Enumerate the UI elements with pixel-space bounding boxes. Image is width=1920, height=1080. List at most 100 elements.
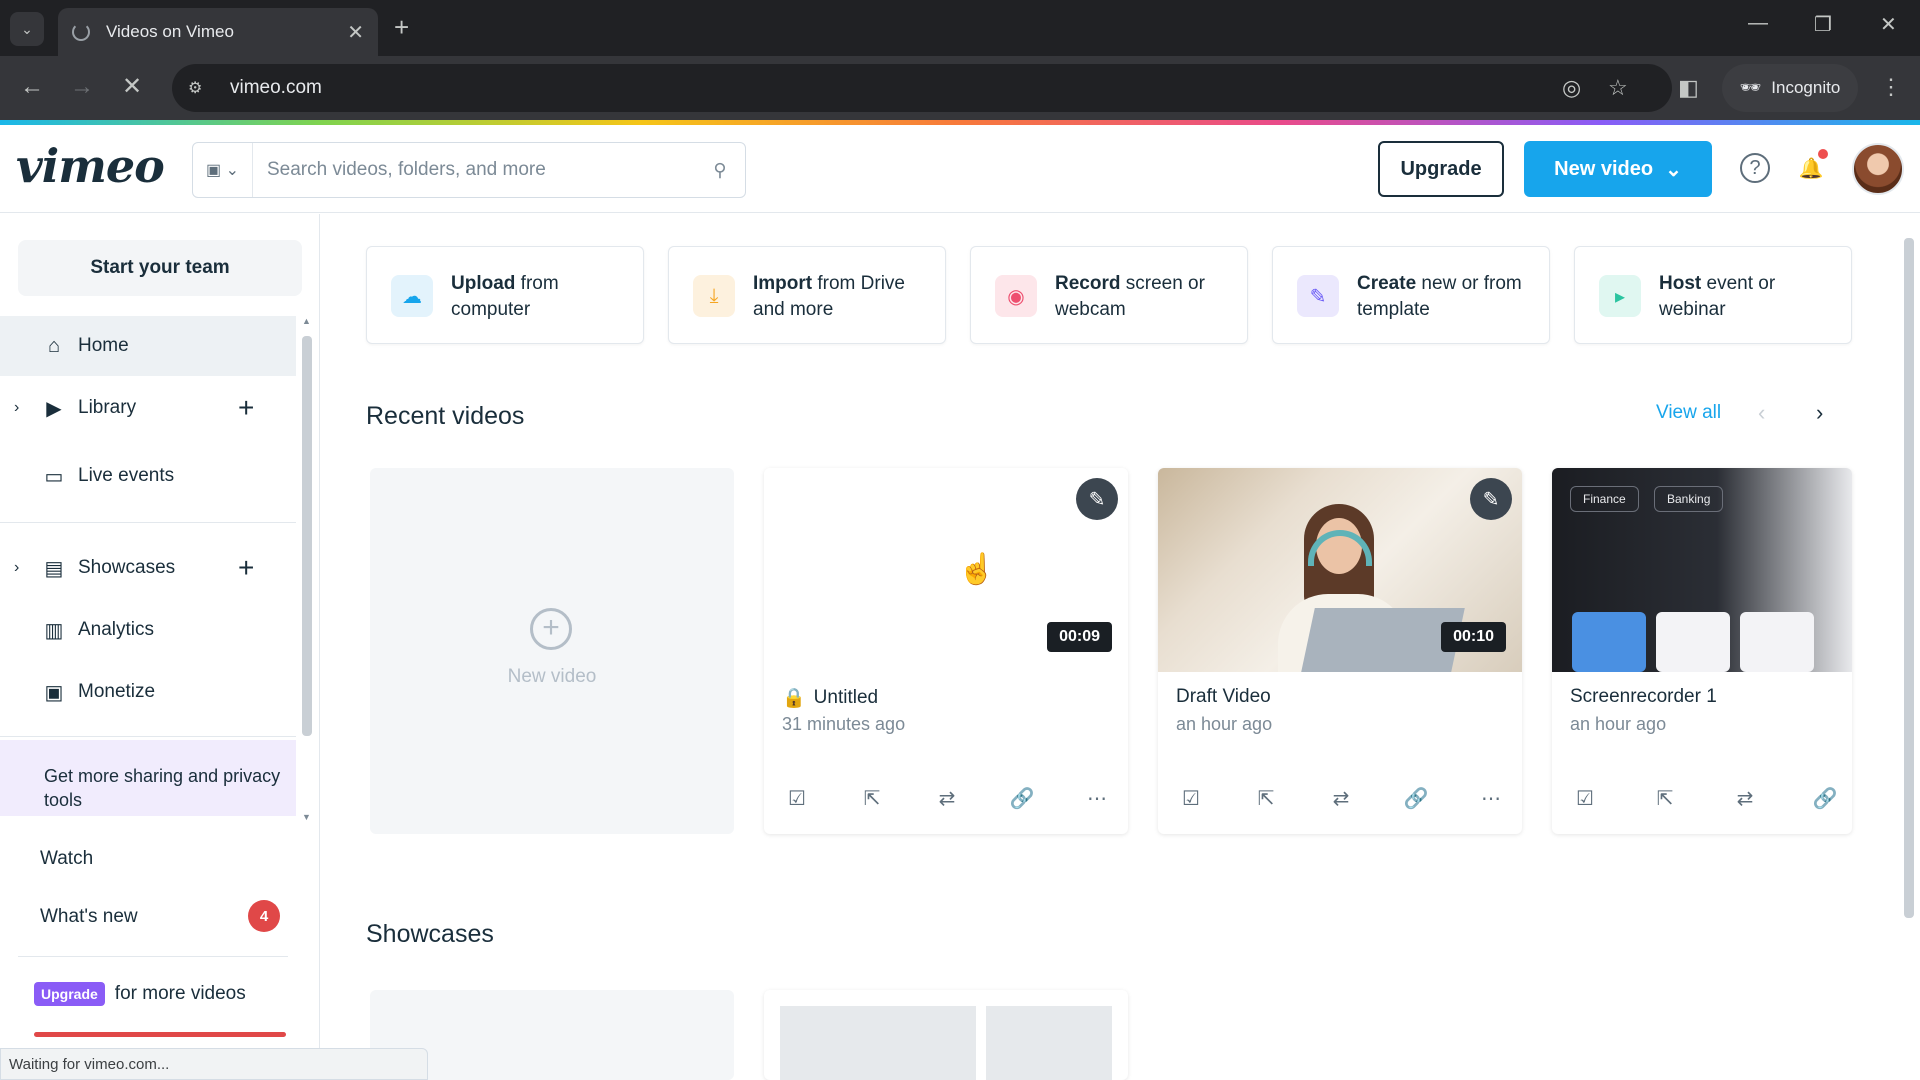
- browser-tab-bar: ⌄ Videos on Vimeo ✕ + — ❐ ✕: [0, 0, 1920, 56]
- create-icon: ✎: [1297, 275, 1339, 317]
- video-card[interactable]: ✎ 00:10 Draft Video an hour ago ☑ ⇱ ⇄ 🔗 …: [1158, 468, 1522, 834]
- eye-off-icon[interactable]: ◎: [1562, 76, 1581, 100]
- new-tab-plus-icon[interactable]: +: [394, 12, 409, 42]
- incognito-indicator[interactable]: 🕶 Incognito: [1722, 64, 1858, 112]
- more-options-icon[interactable]: ⋯: [1476, 786, 1506, 814]
- sidebar-item-live-events[interactable]: ▭ Live events: [0, 446, 296, 506]
- search-icon[interactable]: ⚲: [695, 160, 745, 181]
- main-scrollbar[interactable]: [1898, 214, 1920, 1080]
- search-input[interactable]: [253, 159, 695, 181]
- notification-bell-icon[interactable]: 🔔: [1796, 149, 1828, 183]
- thumbnail-chip: Banking: [1654, 486, 1724, 512]
- browser-tab[interactable]: Videos on Vimeo ✕: [58, 8, 378, 56]
- video-actions: ☑ ⇱ ⇄ 🔗 ⋯: [1176, 786, 1506, 814]
- transfer-icon[interactable]: ⇄: [932, 786, 962, 814]
- main-scroll-thumb[interactable]: [1904, 238, 1914, 918]
- more-options-icon[interactable]: ⋯: [1082, 786, 1112, 814]
- avatar[interactable]: [1852, 143, 1904, 195]
- address-bar[interactable]: ⚙ vimeo.com: [172, 64, 1672, 112]
- back-arrow-icon[interactable]: ←: [20, 72, 44, 102]
- search-filter-dropdown[interactable]: ▣ ⌄: [193, 143, 253, 197]
- review-icon[interactable]: ☑: [1176, 786, 1206, 814]
- sidebar-item-analytics[interactable]: ▥ Analytics: [0, 600, 296, 660]
- create-action-card[interactable]: ✎ Create new or from template: [1272, 246, 1550, 344]
- video-thumbnail[interactable]: ✎ 00:10: [1158, 468, 1522, 672]
- link-icon[interactable]: 🔗: [1007, 786, 1037, 814]
- scroll-up-icon[interactable]: ▲: [302, 316, 311, 326]
- sidebar-scroll-thumb[interactable]: [302, 336, 312, 736]
- share-icon[interactable]: ⇱: [857, 786, 887, 814]
- new-video-label: New video: [1554, 157, 1654, 180]
- browser-toolbar: ← → ✕ ⚙ vimeo.com ◎ ☆ ◧ 🕶 Incognito ⋮: [0, 56, 1920, 120]
- whats-new-link[interactable]: What's new: [40, 906, 138, 928]
- share-icon[interactable]: ⇱: [1251, 786, 1281, 814]
- upgrade-pill[interactable]: Upgrade: [34, 982, 105, 1006]
- new-video-card-label: New video: [507, 666, 597, 687]
- share-icon[interactable]: ⇱: [1650, 786, 1680, 814]
- new-video-button[interactable]: New video ⌄: [1524, 141, 1712, 197]
- app-header: vimeo ▣ ⌄ ⚲ Upgrade New video ⌄ ? 🔔: [0, 125, 1920, 213]
- sidebar-item-showcases[interactable]: › ▤ Showcases +: [0, 538, 296, 598]
- link-icon[interactable]: 🔗: [1401, 786, 1431, 814]
- add-library-icon[interactable]: +: [238, 392, 254, 424]
- new-video-card[interactable]: + New video: [370, 468, 734, 834]
- upload-action-card[interactable]: ☁ Upload from computer: [366, 246, 644, 344]
- review-icon[interactable]: ☑: [782, 786, 812, 814]
- video-title[interactable]: Draft Video: [1176, 686, 1271, 708]
- showcases-title: Showcases: [366, 920, 494, 948]
- forward-arrow-icon[interactable]: →: [70, 72, 94, 102]
- edit-icon[interactable]: ✎: [1076, 478, 1118, 520]
- video-thumbnail[interactable]: Finance Banking: [1552, 468, 1852, 672]
- prev-page-icon[interactable]: ‹: [1758, 400, 1765, 426]
- chevron-right-icon[interactable]: ›: [14, 559, 19, 577]
- site-settings-icon[interactable]: ⚙: [188, 78, 216, 98]
- notification-dot: [1818, 149, 1828, 159]
- close-window-icon[interactable]: ✕: [1880, 12, 1897, 37]
- stop-loading-icon[interactable]: ✕: [122, 72, 142, 102]
- start-team-button[interactable]: Start your team: [18, 240, 302, 296]
- add-showcase-icon[interactable]: +: [238, 552, 254, 584]
- next-page-icon[interactable]: ›: [1816, 400, 1823, 426]
- sidebar-item-library[interactable]: › ▶ Library +: [0, 378, 296, 438]
- video-card[interactable]: Finance Banking Screenrecorder 1 an hour…: [1552, 468, 1852, 834]
- side-panel-icon[interactable]: ◧: [1678, 76, 1699, 100]
- help-icon[interactable]: ?: [1740, 153, 1770, 183]
- scroll-down-icon[interactable]: ▼: [302, 812, 311, 822]
- video-thumbnail[interactable]: ✎ 00:09: [764, 468, 1128, 672]
- record-action-card[interactable]: ◉ Record screen or webcam: [970, 246, 1248, 344]
- incognito-label: Incognito: [1771, 78, 1841, 97]
- upgrade-button[interactable]: Upgrade: [1378, 141, 1504, 197]
- watch-link[interactable]: Watch: [40, 848, 93, 870]
- edit-icon[interactable]: ✎: [1470, 478, 1512, 520]
- review-icon[interactable]: ☑: [1570, 786, 1600, 814]
- tab-close-icon[interactable]: ✕: [347, 20, 364, 45]
- restore-icon[interactable]: ❐: [1814, 12, 1832, 37]
- import-action-card[interactable]: ⤓ Import from Drive and more: [668, 246, 946, 344]
- analytics-icon: ▥: [44, 619, 64, 642]
- host-action-card[interactable]: ▸ Host event or webinar: [1574, 246, 1852, 344]
- sidebar-item-home[interactable]: ⌂ Home: [0, 316, 296, 376]
- status-bar: Waiting for vimeo.com...: [0, 1048, 428, 1080]
- showcase-card[interactable]: [764, 990, 1128, 1080]
- bookmark-star-icon[interactable]: ☆: [1608, 76, 1628, 100]
- chevron-down-icon: ⌄: [1665, 158, 1682, 181]
- loading-favicon-icon: [72, 23, 90, 41]
- vimeo-logo[interactable]: vimeo: [16, 139, 165, 193]
- browser-menu-icon[interactable]: ⋮: [1880, 74, 1902, 100]
- sidebar-item-label: Analytics: [78, 619, 155, 640]
- sidebar-scrollbar[interactable]: ▲ ▼: [300, 316, 314, 826]
- upgrade-prompt[interactable]: Upgrade for more videos: [34, 982, 246, 1006]
- video-title[interactable]: Screenrecorder 1: [1570, 686, 1717, 708]
- lock-icon: 🔒: [782, 688, 806, 709]
- video-title[interactable]: 🔒 Untitled: [782, 686, 878, 710]
- minimize-icon[interactable]: —: [1748, 12, 1768, 35]
- transfer-icon[interactable]: ⇄: [1326, 786, 1356, 814]
- video-card[interactable]: ✎ 00:09 🔒 Untitled 31 minutes ago ☑ ⇱ ⇄ …: [764, 468, 1128, 834]
- tab-search-chevron-icon[interactable]: ⌄: [10, 12, 44, 46]
- chevron-right-icon[interactable]: ›: [14, 399, 19, 417]
- transfer-icon[interactable]: ⇄: [1730, 786, 1760, 814]
- view-all-link[interactable]: View all: [1656, 402, 1721, 424]
- sidebar-item-monetize[interactable]: ▣ Monetize: [0, 662, 296, 722]
- action-text: Record screen or webcam: [1055, 273, 1205, 320]
- link-icon[interactable]: 🔗: [1810, 786, 1840, 814]
